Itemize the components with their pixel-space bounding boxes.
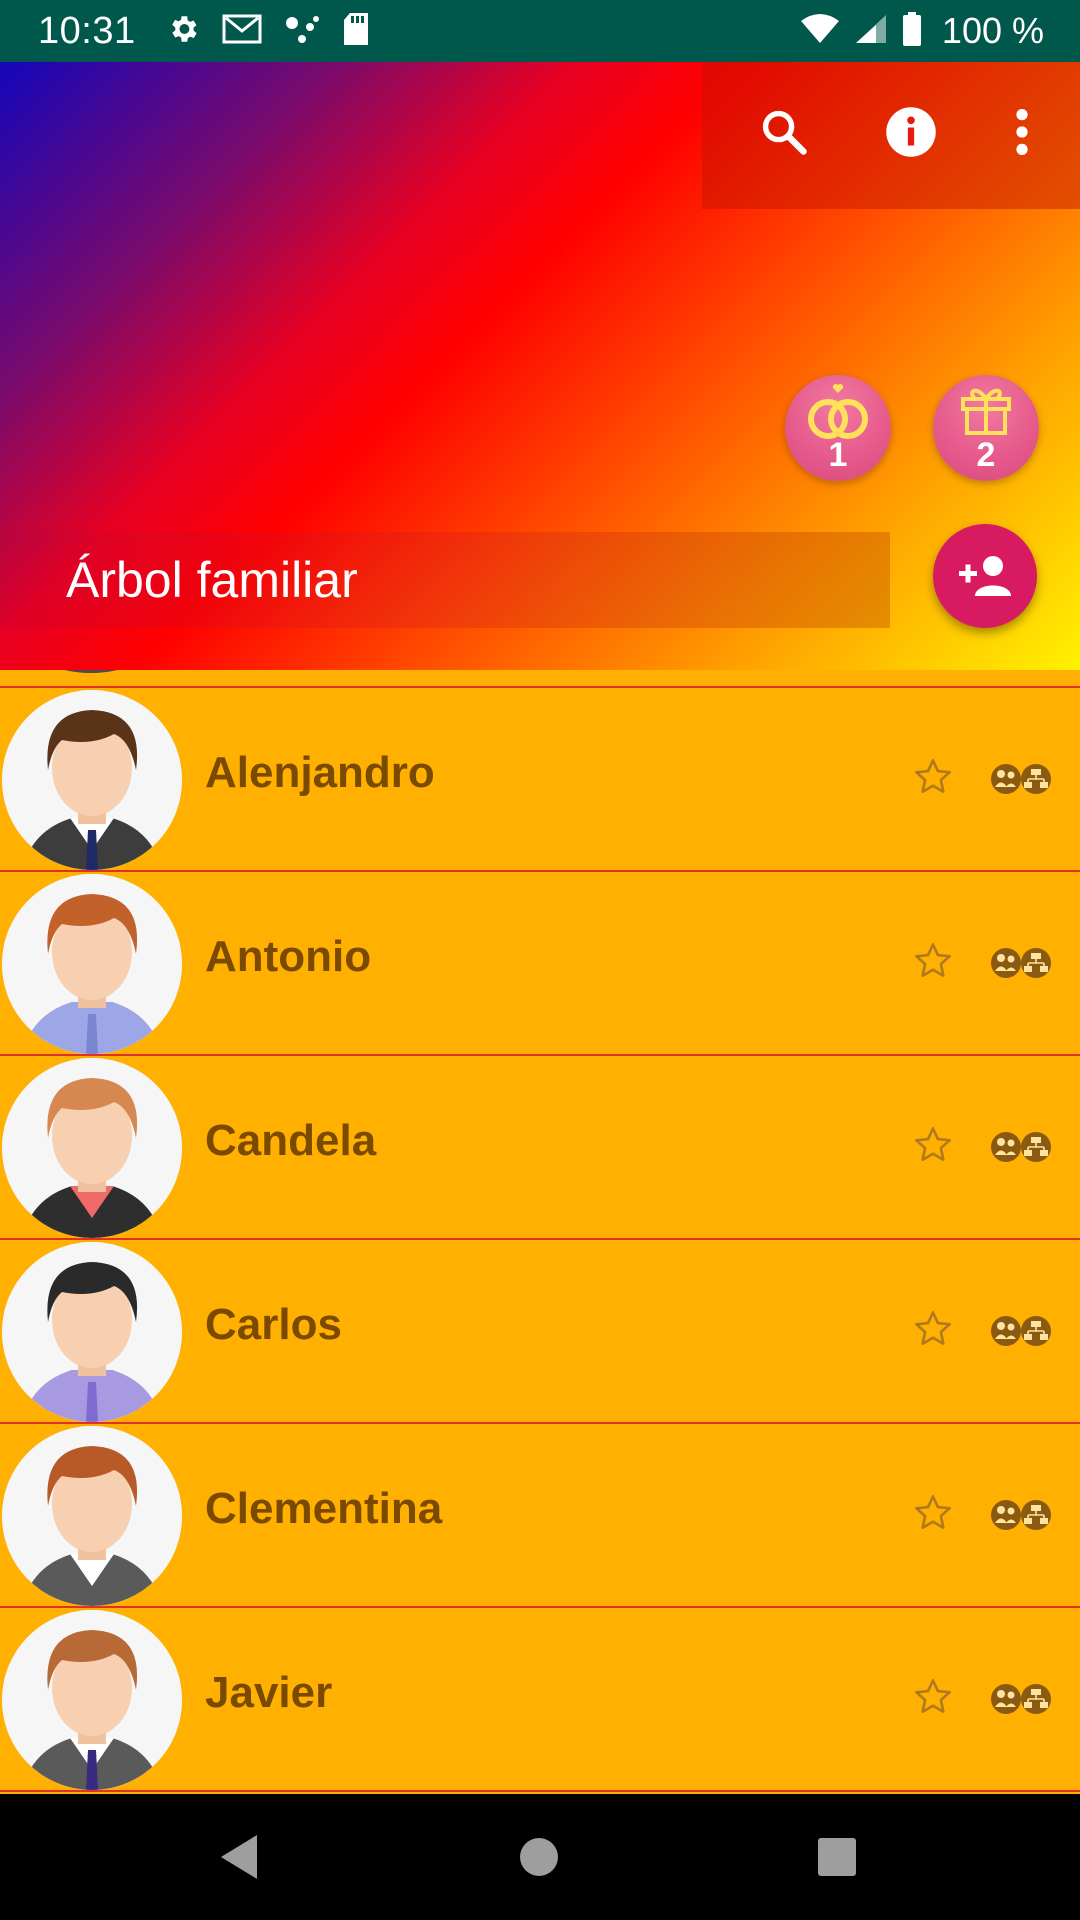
page-title: Árbol familiar <box>66 552 358 608</box>
add-person-button[interactable] <box>933 524 1037 628</box>
rings-icon <box>808 384 868 439</box>
person-name: Carlos <box>205 1300 342 1349</box>
anniversaries-count: 1 <box>828 436 848 474</box>
family-tree-icon[interactable] <box>990 1314 1052 1348</box>
family-tree-icon[interactable] <box>990 1682 1052 1716</box>
avatar[interactable] <box>2 1058 182 1238</box>
info-button[interactable] <box>871 92 951 172</box>
status-time: 10:31 <box>38 9 136 52</box>
birthdays-chip[interactable]: 2 <box>933 375 1039 481</box>
person-name: Candela <box>205 1116 377 1165</box>
status-bar: 10:31 100 % <box>0 0 1080 62</box>
person-name: Antonio <box>205 932 372 981</box>
search-icon <box>762 110 807 155</box>
battery-icon <box>902 11 922 51</box>
person-name: Javier <box>205 1668 333 1717</box>
list-item[interactable]: Antonio <box>0 872 1080 1056</box>
screen: 10:31 100 % 1 2 Árbol familiar Alenjandr… <box>0 0 1080 1920</box>
home-button[interactable] <box>506 1824 572 1890</box>
add-person-icon <box>959 556 1011 596</box>
recents-button[interactable] <box>804 1824 870 1890</box>
navigation-bar <box>0 1794 1080 1920</box>
favorite-star-icon[interactable] <box>912 940 954 982</box>
favorite-star-icon[interactable] <box>912 1124 954 1166</box>
person-name: Alenjandro <box>205 748 435 797</box>
avatar[interactable] <box>2 874 182 1054</box>
favorite-star-icon[interactable] <box>912 1308 954 1350</box>
favorite-star-icon[interactable] <box>912 1676 954 1718</box>
family-tree-icon[interactable] <box>990 1130 1052 1164</box>
search-button[interactable] <box>744 92 824 172</box>
gmail-icon <box>222 13 262 50</box>
avatar[interactable] <box>2 690 182 870</box>
collapsing-header: 1 2 Árbol familiar <box>0 62 1080 670</box>
signal-icon <box>854 13 888 50</box>
back-button[interactable] <box>206 1824 272 1890</box>
list-item-partial <box>0 670 1080 688</box>
list-item[interactable]: Candela <box>0 1056 1080 1240</box>
list-item[interactable]: Alenjandro <box>0 688 1080 872</box>
person-name: Clementina <box>205 1484 443 1533</box>
more-options-button[interactable] <box>982 92 1062 172</box>
more-vert-icon <box>1016 109 1028 155</box>
list-item[interactable]: Clementina <box>0 1424 1080 1608</box>
list-item[interactable]: Javier <box>0 1608 1080 1792</box>
dots-icon <box>284 13 320 50</box>
favorite-star-icon[interactable] <box>912 756 954 798</box>
back-icon <box>221 1835 257 1879</box>
family-tree-icon[interactable] <box>990 762 1052 796</box>
avatar[interactable] <box>2 1610 182 1790</box>
home-icon <box>520 1838 558 1876</box>
recents-icon <box>818 1838 856 1876</box>
avatar[interactable] <box>2 1242 182 1422</box>
sd-card-icon <box>342 12 370 51</box>
people-list[interactable]: Alenjandro Antonio Candela Carlos Clemen… <box>0 670 1080 1794</box>
info-icon <box>886 107 936 157</box>
wifi-icon <box>800 13 840 50</box>
avatar[interactable] <box>2 1426 182 1606</box>
battery-percent: 100 % <box>941 10 1044 51</box>
anniversaries-chip[interactable]: 1 <box>785 375 891 481</box>
favorite-star-icon[interactable] <box>912 1492 954 1534</box>
family-tree-icon[interactable] <box>990 1498 1052 1532</box>
birthdays-count: 2 <box>976 436 996 474</box>
family-tree-icon[interactable] <box>990 946 1052 980</box>
gift-icon <box>961 388 1011 435</box>
settings-icon <box>166 12 200 51</box>
list-item[interactable]: Carlos <box>0 1240 1080 1424</box>
